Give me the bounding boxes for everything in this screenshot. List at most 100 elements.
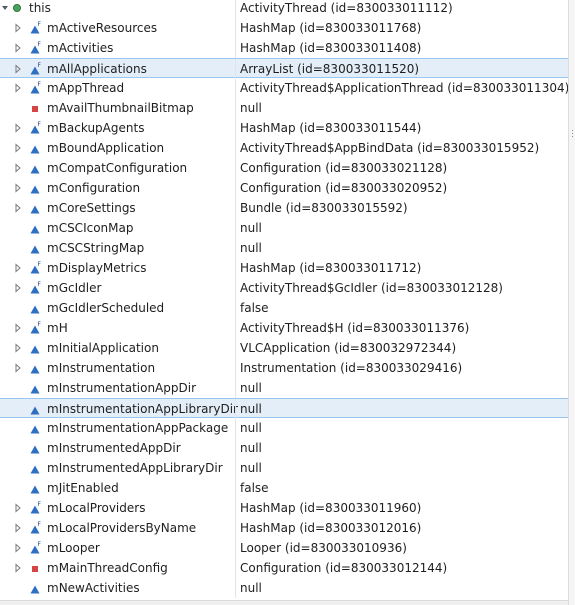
expand-arrow-icon[interactable] — [13, 503, 23, 513]
variable-value: HashMap (id=830033011408) — [240, 41, 422, 55]
vertical-scrollbar[interactable] — [568, 0, 575, 605]
variable-name: mLooper — [47, 541, 100, 555]
expand-arrow-icon[interactable] — [13, 183, 23, 193]
expand-arrow-icon[interactable] — [13, 123, 23, 133]
expand-arrow-icon[interactable] — [13, 43, 23, 53]
field-final-icon: F — [29, 21, 43, 35]
expand-arrow-icon[interactable] — [13, 263, 23, 273]
tree-row[interactable]: mConfiguration Configuration (id=83003302… — [0, 178, 568, 198]
tree-row[interactable]: mInstrumentationAppLibraryDir null — [0, 398, 568, 419]
field-final-icon: F — [29, 62, 43, 76]
variable-name: mActiveResources — [47, 21, 158, 35]
field-final-icon: F — [29, 81, 43, 95]
variable-name: mCoreSettings — [47, 201, 136, 215]
variable-value: Configuration (id=830033021128) — [240, 161, 448, 175]
variable-value: null — [240, 441, 262, 455]
variables-tree[interactable]: this ActivityThread (id=830033011112) Fm… — [0, 0, 568, 600]
variable-name: mActivities — [47, 41, 114, 55]
field-icon — [29, 441, 43, 455]
field-icon — [29, 461, 43, 475]
field-icon — [29, 581, 43, 595]
expand-arrow-icon[interactable] — [13, 283, 23, 293]
tree-row[interactable]: mInstrumentedAppLibraryDir null — [0, 458, 568, 478]
expand-arrow-icon[interactable] — [13, 543, 23, 553]
expand-arrow-icon[interactable] — [13, 23, 23, 33]
tree-row[interactable]: mCSCStringMap null — [0, 238, 568, 258]
field-icon — [29, 241, 43, 255]
column-divider — [235, 558, 236, 578]
tree-row[interactable]: mInstrumentationAppDir null — [0, 378, 568, 398]
tree-row[interactable]: mNewActivities null — [0, 578, 568, 598]
tree-row[interactable]: mBoundApplication ActivityThread$AppBindD… — [0, 138, 568, 158]
field-icon — [29, 421, 43, 435]
tree-row[interactable]: mAvailThumbnailBitmap null — [0, 98, 568, 118]
tree-row[interactable]: FmGcIdler ActivityThread$GcIdler (id=8300… — [0, 278, 568, 298]
variable-value: HashMap (id=830033011712) — [240, 261, 422, 275]
tree-row[interactable]: FmBackupAgents HashMap (id=830033011544) — [0, 118, 568, 138]
tree-row[interactable]: mInstrumentedAppDir null — [0, 438, 568, 458]
tree-row[interactable]: mGcIdlerScheduled false — [0, 298, 568, 318]
variable-name: mH — [47, 321, 68, 335]
expand-arrow-icon[interactable] — [13, 343, 23, 353]
column-divider — [235, 278, 236, 298]
tree-row[interactable]: FmAppThread ActivityThread$ApplicationThr… — [0, 78, 568, 98]
field-icon — [29, 141, 43, 155]
expand-arrow-icon[interactable] — [13, 143, 23, 153]
column-divider — [235, 138, 236, 158]
field-icon — [29, 402, 43, 416]
tree-row[interactable]: mCoreSettings Bundle (id=830033015592) — [0, 198, 568, 218]
tree-row[interactable]: mCompatConfiguration Configuration (id=83… — [0, 158, 568, 178]
variable-name: mInstrumentationAppDir — [47, 381, 197, 395]
variable-value: ActivityThread$AppBindData (id=830033015… — [240, 141, 540, 155]
column-divider — [235, 198, 236, 218]
variable-value: ActivityThread$H (id=830033011376) — [240, 321, 470, 335]
tree-row[interactable]: FmDisplayMetrics HashMap (id=830033011712… — [0, 258, 568, 278]
expand-arrow-icon[interactable] — [13, 363, 23, 373]
field-final-icon: F — [29, 281, 43, 295]
tree-row[interactable]: mCSCIconMap null — [0, 218, 568, 238]
column-divider — [235, 178, 236, 198]
column-divider — [235, 438, 236, 458]
variable-value: HashMap (id=830033011960) — [240, 501, 422, 515]
collapse-arrow-icon[interactable] — [0, 3, 10, 13]
variable-value: ArrayList (id=830033011520) — [240, 62, 420, 76]
field-icon — [29, 221, 43, 235]
tree-row[interactable]: mInitialApplication VLCApplication (id=83… — [0, 338, 568, 358]
tree-row-this[interactable]: this ActivityThread (id=830033011112) — [0, 0, 568, 18]
expand-arrow-icon[interactable] — [13, 523, 23, 533]
column-divider — [235, 98, 236, 118]
tree-row[interactable]: FmActivities HashMap (id=830033011408) — [0, 38, 568, 58]
expand-arrow-icon[interactable] — [13, 64, 23, 74]
variable-name: mInstrumentation — [47, 361, 156, 375]
field-icon — [29, 301, 43, 315]
expand-arrow-icon[interactable] — [13, 323, 23, 333]
tree-row[interactable]: mInstrumentation Instrumentation (id=8300… — [0, 358, 568, 378]
column-divider — [235, 78, 236, 98]
tree-row[interactable]: FmActiveResources HashMap (id=83003301176… — [0, 18, 568, 38]
tree-row[interactable]: mJitEnabled false — [0, 478, 568, 498]
variable-name: mMainThreadConfig — [47, 561, 168, 575]
tree-row[interactable]: FmH ActivityThread$H (id=830033011376) — [0, 318, 568, 338]
expand-arrow-icon[interactable] — [13, 563, 23, 573]
sash-grip-icon[interactable] — [571, 128, 574, 140]
field-final-icon: F — [29, 41, 43, 55]
tree-row[interactable]: FmAllApplications ArrayList (id=830033011… — [0, 58, 568, 79]
field-final-icon: F — [29, 121, 43, 135]
expand-arrow-icon[interactable] — [13, 163, 23, 173]
variable-name: mLocalProvidersByName — [47, 521, 197, 535]
tree-row[interactable]: FmLooper Looper (id=830033010936) — [0, 538, 568, 558]
variable-value: null — [240, 101, 262, 115]
variable-name: mAppThread — [47, 81, 125, 95]
expand-arrow-icon[interactable] — [13, 203, 23, 213]
variable-name: mDisplayMetrics — [47, 261, 147, 275]
field-final-icon: F — [29, 521, 43, 535]
tree-row[interactable]: mInstrumentationAppPackage null — [0, 418, 568, 438]
tree-row[interactable]: FmLocalProviders HashMap (id=830033011960… — [0, 498, 568, 518]
svg-text:F: F — [38, 281, 42, 288]
tree-row[interactable]: FmLocalProvidersByName HashMap (id=830033… — [0, 518, 568, 538]
variable-name: mLocalProviders — [47, 501, 146, 515]
variable-value: null — [240, 421, 262, 435]
expand-arrow-icon[interactable] — [13, 83, 23, 93]
tree-row[interactable]: mMainThreadConfig Configuration (id=83003… — [0, 558, 568, 578]
column-divider — [235, 478, 236, 498]
